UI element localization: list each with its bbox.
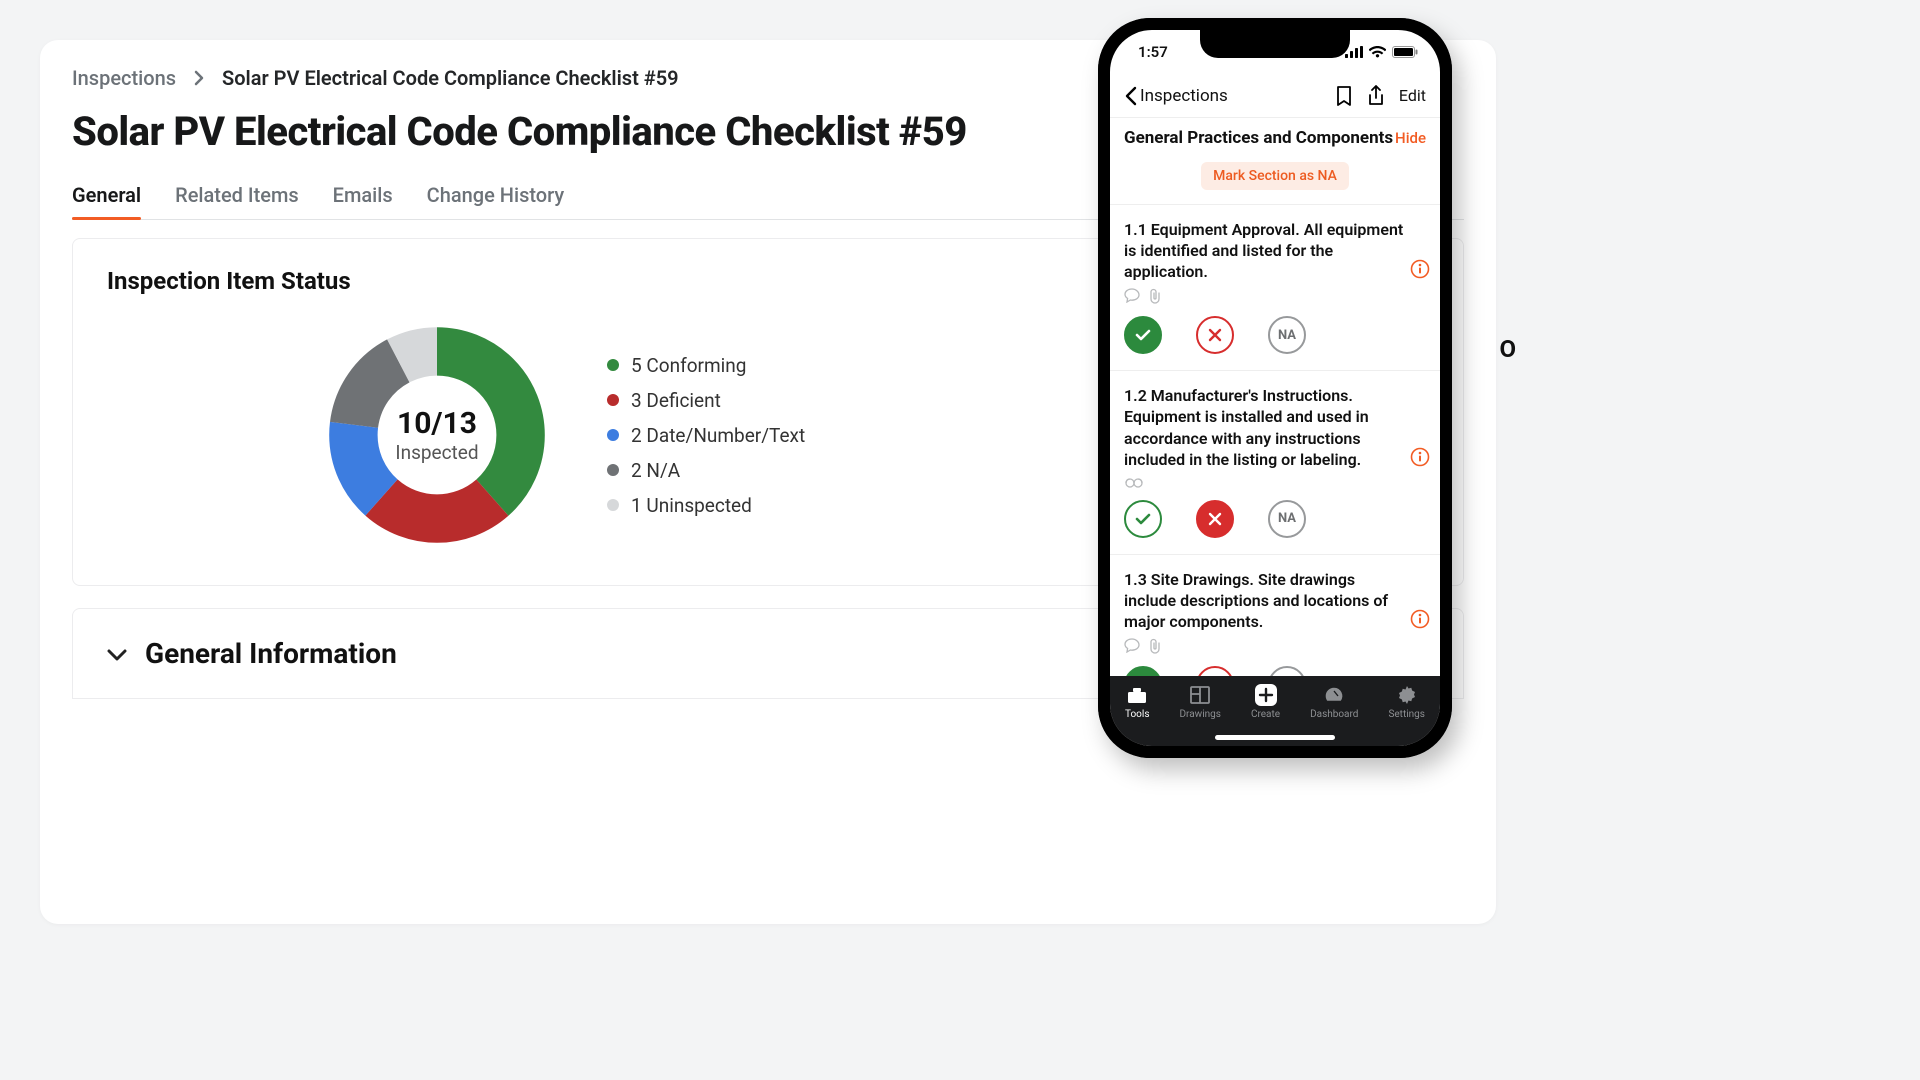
chevron-left-icon — [1124, 86, 1138, 106]
settings-icon — [1396, 684, 1418, 706]
tabbar-create[interactable]: Create — [1251, 684, 1280, 720]
phone-notch — [1200, 30, 1350, 58]
legend-conforming: 5 Conforming — [607, 354, 805, 377]
checklist-items: 1.1 Equipment Approval. All equipment is… — [1110, 205, 1440, 676]
status-donut-chart: 10/13 Inspected — [327, 325, 547, 545]
chevron-right-icon — [194, 70, 204, 86]
chevron-down-icon — [107, 648, 127, 662]
home-indicator[interactable] — [1215, 735, 1335, 740]
option-pass[interactable] — [1124, 666, 1162, 676]
donut-value: 10/13 — [397, 406, 477, 441]
option-pass[interactable] — [1124, 500, 1162, 538]
edit-button[interactable]: Edit — [1399, 86, 1426, 105]
option-na[interactable]: NA — [1268, 316, 1306, 354]
observation-icon[interactable] — [1124, 476, 1144, 488]
item-text: 1.1 Equipment Approval. All equipment is… — [1124, 219, 1426, 282]
status-legend: 5 Conforming 3 Deficient 2 Date/Number/T… — [607, 354, 805, 517]
option-fail[interactable] — [1196, 316, 1234, 354]
option-na[interactable]: NA — [1268, 666, 1306, 676]
donut-center: 10/13 Inspected — [327, 325, 547, 545]
phone-screen: 1:57 Inspections Edit General Practices … — [1110, 30, 1440, 746]
status-time: 1:57 — [1138, 43, 1168, 61]
phone-nav-bar: Inspections Edit — [1110, 74, 1440, 118]
phone-device-frame: 1:57 Inspections Edit General Practices … — [1098, 18, 1452, 758]
attachment-icon[interactable] — [1148, 288, 1161, 304]
section-header: General Practices and Components Hide — [1110, 118, 1440, 156]
info-icon[interactable] — [1410, 609, 1430, 633]
phone-tabbar: Tools Drawings Create Dashboard — [1110, 676, 1440, 746]
mark-section-na-button[interactable]: Mark Section as NA — [1201, 162, 1349, 190]
tab-emails[interactable]: Emails — [333, 183, 393, 219]
info-icon[interactable] — [1410, 259, 1430, 283]
tools-icon — [1126, 684, 1148, 706]
checklist-item: 1.1 Equipment Approval. All equipment is… — [1110, 205, 1440, 371]
dashboard-icon — [1323, 684, 1345, 706]
attachment-icon[interactable] — [1148, 638, 1161, 654]
tab-related-items[interactable]: Related Items — [175, 183, 299, 219]
breadcrumb-current: Solar PV Electrical Code Compliance Chec… — [222, 66, 679, 90]
tab-general[interactable]: General — [72, 183, 141, 219]
tab-change-history[interactable]: Change History — [427, 183, 565, 219]
comment-icon[interactable] — [1124, 288, 1140, 303]
tabbar-settings[interactable]: Settings — [1388, 684, 1425, 720]
legend-uninspected: 1 Uninspected — [607, 494, 805, 517]
bookmark-icon[interactable] — [1335, 85, 1353, 107]
donut-label: Inspected — [395, 441, 478, 464]
option-pass[interactable] — [1124, 316, 1162, 354]
battery-icon — [1392, 46, 1418, 58]
comment-icon[interactable] — [1124, 638, 1140, 653]
item-text: 1.2 Manufacturer's Instructions. Equipme… — [1124, 385, 1426, 469]
breadcrumb-root[interactable]: Inspections — [72, 66, 176, 90]
legend-na: 2 N/A — [607, 459, 805, 482]
section-title: General Practices and Components — [1124, 128, 1393, 148]
option-na[interactable]: NA — [1268, 500, 1306, 538]
wifi-icon — [1369, 46, 1386, 58]
item-text: 1.3 Site Drawings. Site drawings include… — [1124, 569, 1426, 632]
general-information-title: General Information — [145, 637, 397, 670]
drawings-icon — [1189, 684, 1211, 706]
option-fail[interactable] — [1196, 500, 1234, 538]
create-icon — [1255, 684, 1277, 706]
tabbar-dashboard[interactable]: Dashboard — [1310, 684, 1358, 720]
option-fail[interactable] — [1196, 666, 1234, 676]
hide-button[interactable]: Hide — [1395, 129, 1426, 147]
legend-dnt: 2 Date/Number/Text — [607, 424, 805, 447]
back-label: Inspections — [1140, 86, 1228, 106]
tabbar-tools[interactable]: Tools — [1125, 684, 1149, 720]
legend-deficient: 3 Deficient — [607, 389, 805, 412]
back-button[interactable]: Inspections — [1124, 86, 1228, 106]
tabbar-drawings[interactable]: Drawings — [1179, 684, 1220, 720]
checklist-item: 1.3 Site Drawings. Site drawings include… — [1110, 555, 1440, 676]
share-icon[interactable] — [1367, 85, 1385, 107]
info-icon[interactable] — [1410, 447, 1430, 471]
status-icons — [1345, 46, 1418, 58]
mark-section-na-row: Mark Section as NA — [1110, 156, 1440, 205]
checklist-item: 1.2 Manufacturer's Instructions. Equipme… — [1110, 371, 1440, 554]
overview-card-peek: O — [1499, 335, 1516, 363]
